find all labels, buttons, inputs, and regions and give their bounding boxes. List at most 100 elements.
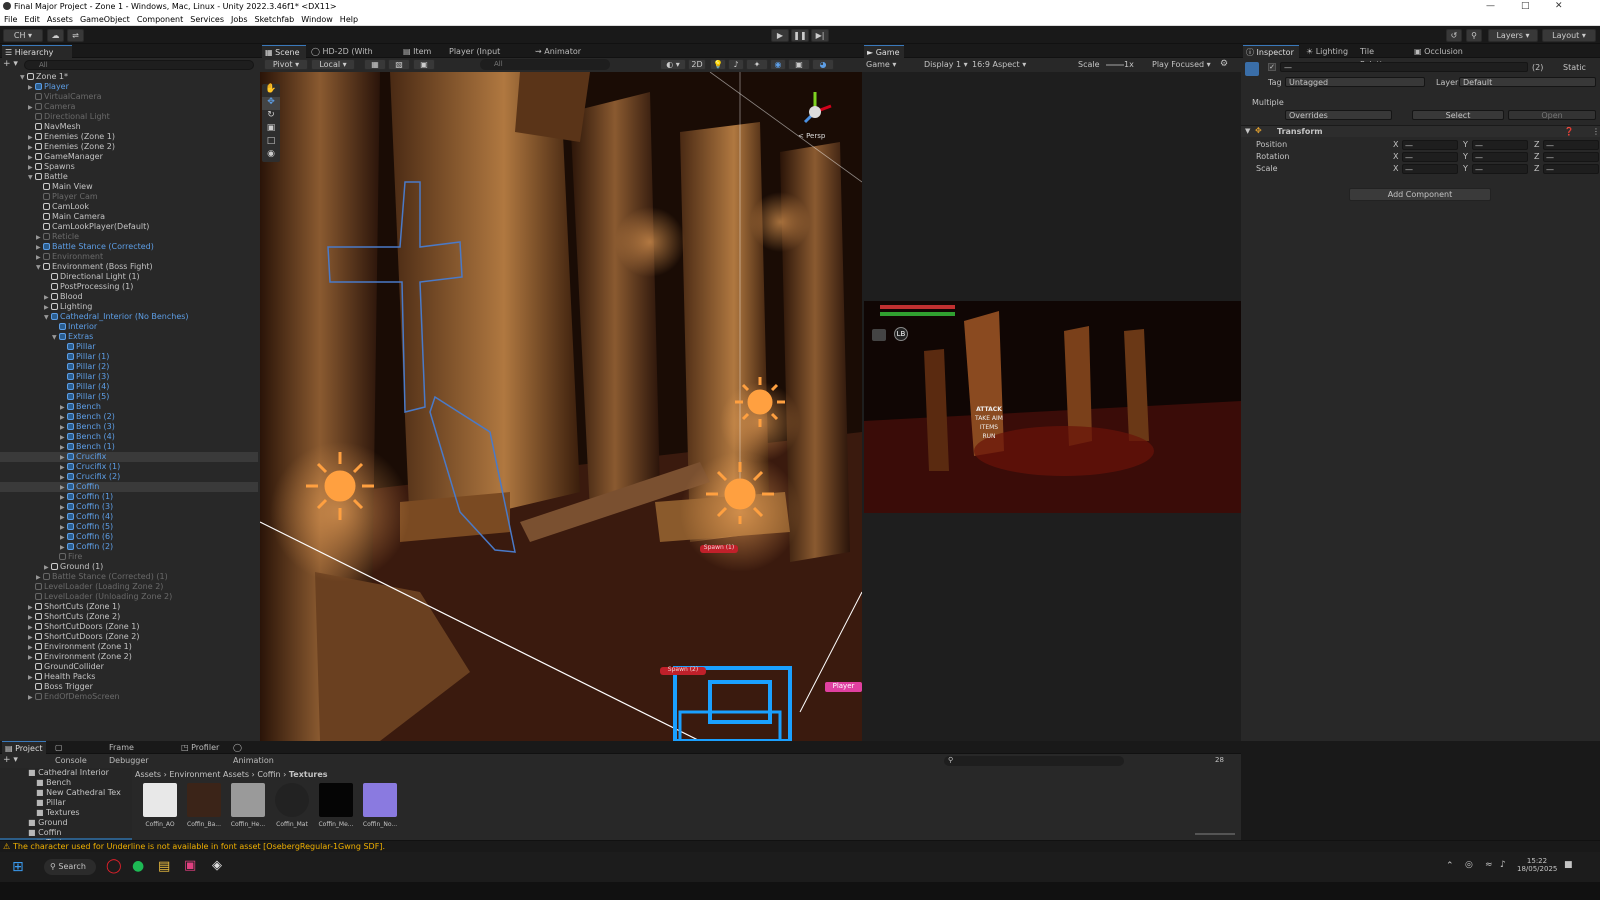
- tab-project[interactable]: ▤ Project: [2, 741, 46, 754]
- instagram-icon[interactable]: ▣: [184, 858, 196, 873]
- asset-item[interactable]: Coffin_He...: [228, 783, 268, 833]
- breadcrumb-item[interactable]: Coffin: [257, 770, 280, 779]
- menu-file[interactable]: File: [4, 14, 17, 26]
- hierarchy-row[interactable]: ▼ Extras: [0, 332, 258, 342]
- gizmos-icon[interactable]: ◕: [812, 59, 834, 70]
- search-icon[interactable]: ⚲: [1466, 29, 1482, 42]
- cloud-icon[interactable]: ☁: [47, 29, 64, 42]
- hierarchy-row[interactable]: ▶ EndOfDemoScreen: [0, 692, 258, 702]
- project-folder[interactable]: ■ Coffin: [0, 828, 132, 838]
- history-icon[interactable]: ↺: [1446, 29, 1462, 42]
- windows-start-icon[interactable]: ⊞: [12, 859, 24, 875]
- step-button[interactable]: ▶|: [811, 29, 829, 42]
- maximize-icon[interactable]: □: [1521, 1, 1530, 11]
- hierarchy-row[interactable]: Player Cam: [0, 192, 258, 202]
- hierarchy-row[interactable]: ▶ Bench (1): [0, 442, 258, 452]
- transform-x-field[interactable]: —: [1402, 140, 1458, 150]
- hierarchy-row[interactable]: ▶ Battle Stance (Corrected): [0, 242, 258, 252]
- select-button[interactable]: Select: [1412, 110, 1504, 120]
- hierarchy-row[interactable]: ▶ Coffin (4): [0, 512, 258, 522]
- opera-icon[interactable]: ◯: [106, 858, 122, 874]
- hierarchy-row[interactable]: ▼ Battle: [0, 172, 258, 182]
- create-asset-button[interactable]: + ▾: [3, 755, 18, 765]
- persp-label[interactable]: < Persp: [798, 132, 825, 140]
- game-settings-icon[interactable]: ⚙: [1220, 59, 1228, 69]
- tab-animation[interactable]: ◯ Animation: [230, 741, 286, 765]
- hierarchy-row[interactable]: ▶ GameManager: [0, 152, 258, 162]
- file-explorer-icon[interactable]: ▤: [158, 859, 170, 874]
- breadcrumb-item[interactable]: Environment Assets: [169, 770, 249, 779]
- transform-y-field[interactable]: —: [1472, 164, 1528, 174]
- unity-taskbar-icon[interactable]: ◈: [212, 858, 222, 873]
- hierarchy-row[interactable]: LevelLoader (Unloading Zone 2): [0, 592, 258, 602]
- tab-item[interactable]: ▤ Item: [400, 45, 440, 58]
- transform-z-field[interactable]: —: [1543, 152, 1599, 162]
- hierarchy-row[interactable]: Pillar (1): [0, 352, 258, 362]
- tab-hd2d[interactable]: ◯ HD-2D (With Glow): [308, 45, 396, 69]
- hierarchy-row[interactable]: Boss Trigger: [0, 682, 258, 692]
- tab-profiler[interactable]: ◳ Profiler: [178, 741, 228, 754]
- aspect-dropdown[interactable]: 16:9 Aspect ▾: [972, 60, 1072, 69]
- play-button[interactable]: ▶: [771, 29, 789, 42]
- transform-x-field[interactable]: —: [1402, 152, 1458, 162]
- help-icon[interactable]: ❓: [1564, 127, 1574, 136]
- hierarchy-row[interactable]: ▶ Battle Stance (Corrected) (1): [0, 572, 258, 582]
- hierarchy-row[interactable]: ▶ Environment: [0, 252, 258, 262]
- breadcrumb-item[interactable]: Textures: [289, 770, 328, 779]
- menu-jobs[interactable]: Jobs: [231, 14, 248, 26]
- hierarchy-row[interactable]: ▶ Coffin (2): [0, 542, 258, 552]
- hierarchy-row[interactable]: ▶ Crucifix: [0, 452, 258, 462]
- add-component-button[interactable]: Add Component: [1349, 188, 1491, 201]
- hierarchy-row[interactable]: ▶ Health Packs: [0, 672, 258, 682]
- pivot-dropdown[interactable]: Pivot ▾: [264, 59, 308, 70]
- hierarchy-row[interactable]: NavMesh: [0, 122, 258, 132]
- static-toggle[interactable]: Static: [1563, 63, 1586, 72]
- tab-tile-palette[interactable]: Tile Palette: [1357, 45, 1407, 69]
- hierarchy-row[interactable]: PostProcessing (1): [0, 282, 258, 292]
- transform-tool-icon[interactable]: ◉: [262, 149, 280, 162]
- increment-snap-icon[interactable]: ▣: [413, 59, 435, 70]
- tab-scene[interactable]: ▦ Scene: [262, 45, 306, 58]
- menu-gameobject[interactable]: GameObject: [80, 14, 130, 26]
- camera-settings-icon[interactable]: ▣: [788, 59, 810, 70]
- scale-tool-icon[interactable]: ▣: [262, 123, 280, 136]
- tab-inspector[interactable]: ⓘ Inspector: [1243, 45, 1299, 58]
- hierarchy-row[interactable]: CamLook: [0, 202, 258, 212]
- hierarchy-row[interactable]: VirtualCamera: [0, 92, 258, 102]
- transform-header[interactable]: ▼ ✥ Transform ❓ ⋮: [1241, 125, 1600, 137]
- layers-dropdown[interactable]: Layers ▾: [1488, 29, 1538, 42]
- network-icon[interactable]: ◎: [1465, 860, 1473, 870]
- hierarchy-row[interactable]: ▶ Blood: [0, 292, 258, 302]
- tray-chevron-icon[interactable]: ⌃: [1446, 861, 1454, 871]
- hierarchy-row[interactable]: ▶ Coffin (3): [0, 502, 258, 512]
- asset-item[interactable]: Coffin_No...: [360, 783, 400, 833]
- rect-tool-icon[interactable]: □: [262, 136, 280, 149]
- minimize-icon[interactable]: —: [1486, 1, 1495, 11]
- component-menu-icon[interactable]: ⋮: [1592, 127, 1600, 136]
- hierarchy-row[interactable]: ▶ Enemies (Zone 2): [0, 142, 258, 152]
- scene-visibility-icon[interactable]: ◉: [770, 59, 786, 70]
- hierarchy-search-input[interactable]: All: [24, 60, 254, 70]
- grid-icon[interactable]: ▦: [364, 59, 386, 70]
- asset-item[interactable]: Coffin_AO: [140, 783, 180, 833]
- effects-icon[interactable]: ✦: [746, 59, 768, 70]
- tab-game[interactable]: ► Game: [864, 45, 904, 58]
- hierarchy-row[interactable]: Pillar (5): [0, 392, 258, 402]
- hierarchy-row[interactable]: ▼ Cathedral_Interior (No Benches): [0, 312, 258, 322]
- scene-viewport[interactable]: Spawn (1) Spawn (2) Player < Persp ✋ ✥ ↻…: [260, 72, 862, 741]
- hierarchy-row[interactable]: Interior: [0, 322, 258, 332]
- close-icon[interactable]: ✕: [1555, 1, 1563, 11]
- hierarchy-row[interactable]: ▶ Coffin (6): [0, 532, 258, 542]
- active-checkbox[interactable]: ✓: [1268, 63, 1276, 71]
- tab-console[interactable]: ▢ Console: [52, 741, 98, 765]
- project-folder[interactable]: ■ Cathedral Interior: [0, 768, 132, 778]
- hierarchy-row[interactable]: CamLookPlayer(Default): [0, 222, 258, 232]
- wifi-icon[interactable]: ≈: [1485, 860, 1493, 870]
- shading-mode-icon[interactable]: ◐ ▾: [660, 59, 686, 70]
- project-folder[interactable]: ■ New Cathedral Tex: [0, 788, 132, 798]
- hierarchy-row[interactable]: ▶ Reticle: [0, 232, 258, 242]
- menu-component[interactable]: Component: [137, 14, 183, 26]
- hierarchy-row[interactable]: GroundCollider: [0, 662, 258, 672]
- play-focused-dropdown[interactable]: Play Focused ▾: [1152, 60, 1211, 69]
- menu-assets[interactable]: Assets: [47, 14, 73, 26]
